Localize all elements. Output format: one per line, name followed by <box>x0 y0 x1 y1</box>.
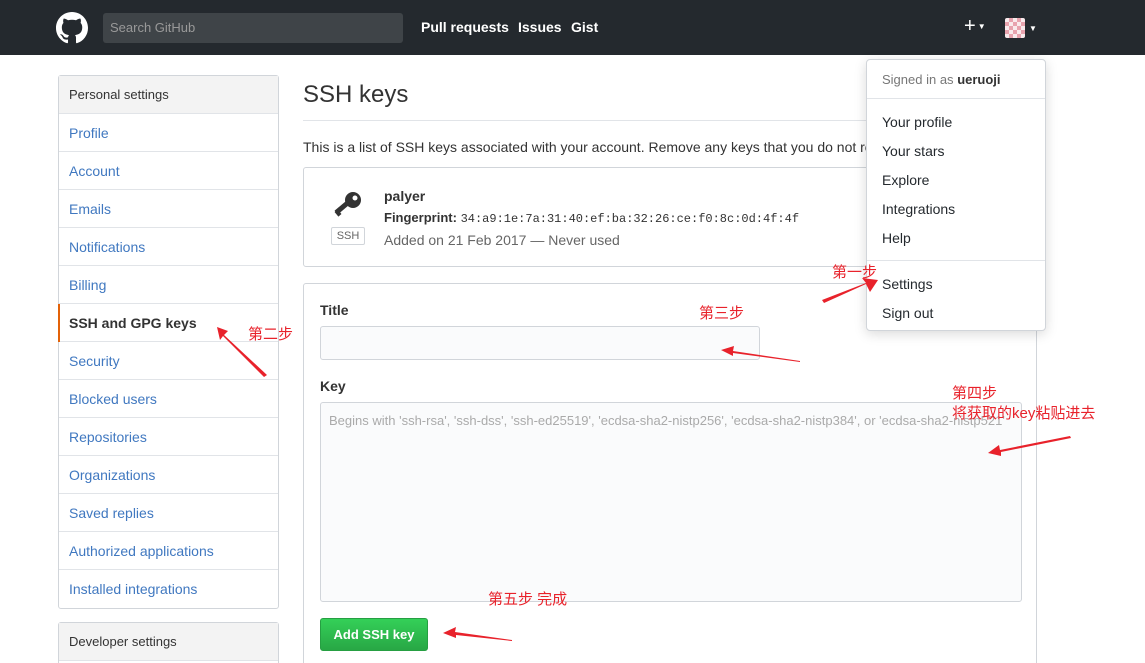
title-label: Title <box>320 302 349 318</box>
annotation-step3: 第三步 <box>699 305 745 322</box>
fingerprint: Fingerprint: 34:a9:1e:7a:31:40:ef:ba:32:… <box>384 210 799 226</box>
sidebar-item-blocked-users[interactable]: Blocked users <box>59 380 278 418</box>
divider <box>867 98 1045 99</box>
key-textarea[interactable]: Begins with 'ssh-rsa', 'ssh-dss', 'ssh-e… <box>320 402 1022 602</box>
ssh-badge: SSH <box>331 227 365 245</box>
github-logo-icon[interactable] <box>56 12 88 44</box>
annotation-step4-text: 将获取的key粘贴进去 <box>952 405 1096 422</box>
nav-gist[interactable]: Gist <box>571 19 598 35</box>
signed-in-as: Signed in as ueruoji <box>882 72 1001 87</box>
search-input[interactable]: Search GitHub <box>103 13 403 43</box>
annotation-step1: 第一步 <box>832 264 878 281</box>
sidebar-heading: Personal settings <box>59 76 278 114</box>
sidebar-item-security[interactable]: Security <box>59 342 278 380</box>
fingerprint-label: Fingerprint: <box>384 210 457 225</box>
top-header: Search GitHub Pull requests Issues Gist … <box>0 0 1145 55</box>
sidebar-item-saved-replies[interactable]: Saved replies <box>59 494 278 532</box>
menu-item-your-profile[interactable]: Your profile <box>882 114 952 130</box>
divider <box>867 260 1045 261</box>
sidebar-item-installed-integrations[interactable]: Installed integrations <box>59 570 278 608</box>
sidebar-item-ssh-gpg-keys[interactable]: SSH and GPG keys <box>58 304 278 342</box>
title-input[interactable] <box>320 326 760 360</box>
user-dropdown-menu: Signed in as ueruoji Your profile Your s… <box>866 59 1046 331</box>
add-key-form: Title Key Begins with 'ssh-rsa', 'ssh-ds… <box>303 283 1037 663</box>
page-title: SSH keys <box>303 81 409 108</box>
sidebar-item-authorized-applications[interactable]: Authorized applications <box>59 532 278 570</box>
annotation-step2: 第二步 <box>248 326 294 343</box>
create-new-button[interactable]: + ▼ <box>964 14 986 39</box>
developer-settings-heading: Developer settings <box>59 623 278 661</box>
add-ssh-key-button[interactable]: Add SSH key <box>320 618 428 651</box>
annotation-step5: 第五步 完成 <box>488 591 568 608</box>
sidebar-item-repositories[interactable]: Repositories <box>59 418 278 456</box>
sidebar-item-account[interactable]: Account <box>59 152 278 190</box>
plus-icon: + <box>964 15 976 37</box>
menu-item-your-stars[interactable]: Your stars <box>882 143 945 159</box>
key-added-date: Added on 21 Feb 2017 — Never used <box>384 232 620 248</box>
key-name: palyer <box>384 188 426 204</box>
menu-item-integrations[interactable]: Integrations <box>882 201 955 217</box>
signed-in-prefix: Signed in as <box>882 72 954 87</box>
nav-pull-requests[interactable]: Pull requests <box>421 19 509 35</box>
chevron-down-icon[interactable]: ▼ <box>1029 24 1037 33</box>
menu-item-settings[interactable]: Settings <box>882 276 933 292</box>
sidebar-item-notifications[interactable]: Notifications <box>59 228 278 266</box>
key-label: Key <box>320 378 346 394</box>
menu-item-help[interactable]: Help <box>882 230 911 246</box>
annotation-step4-title: 第四步 <box>952 385 998 402</box>
key-icon <box>334 192 361 217</box>
developer-settings-sidebar: Developer settings <box>58 622 279 663</box>
menu-item-explore[interactable]: Explore <box>882 172 929 188</box>
sidebar-item-billing[interactable]: Billing <box>59 266 278 304</box>
nav-issues[interactable]: Issues <box>518 19 562 35</box>
avatar[interactable] <box>1005 18 1025 38</box>
username: ueruoji <box>957 72 1001 87</box>
sidebar-item-organizations[interactable]: Organizations <box>59 456 278 494</box>
chevron-down-icon: ▼ <box>977 21 986 31</box>
sidebar-item-emails[interactable]: Emails <box>59 190 278 228</box>
fingerprint-value: 34:a9:1e:7a:31:40:ef:ba:32:26:ce:f0:8c:0… <box>460 212 800 226</box>
settings-sidebar: Personal settings Profile Account Emails… <box>58 75 279 609</box>
intro-text: This is a list of SSH keys associated wi… <box>303 139 866 155</box>
sidebar-item-profile[interactable]: Profile <box>59 114 278 152</box>
menu-item-sign-out[interactable]: Sign out <box>882 305 933 321</box>
